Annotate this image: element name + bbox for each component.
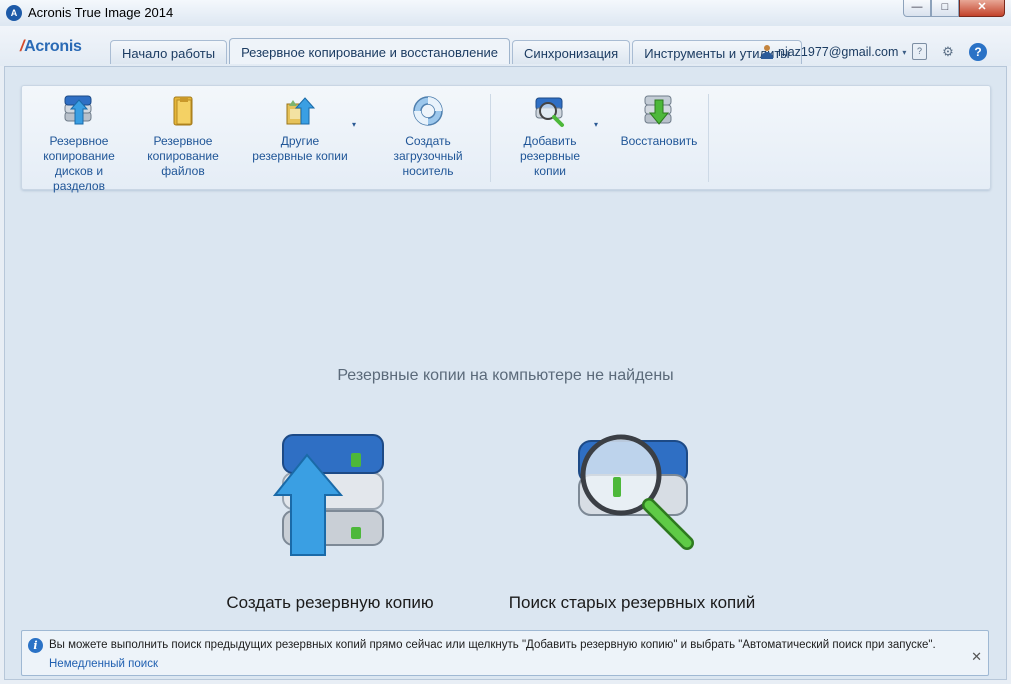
window-title: Acronis True Image 2014 bbox=[28, 5, 174, 20]
disk-backup-label-1: Резервное bbox=[49, 134, 109, 148]
info-text: Вы можете выполнить поиск предыдущих рез… bbox=[49, 639, 936, 651]
file-backup-label-1: Резервное bbox=[153, 134, 213, 148]
create-backup-label: Создать резервную копию bbox=[226, 593, 434, 612]
other-backups-label-1: Другие bbox=[280, 134, 320, 148]
window-titlebar: A Acronis True Image 2014 — □ ✕ bbox=[0, 0, 1011, 27]
app-icon: A bbox=[6, 5, 22, 21]
acronis-logo: /Acronis bbox=[20, 38, 82, 56]
tab-backup-recovery[interactable]: Резервное копирование и восстановление bbox=[229, 38, 511, 64]
logo-text: Acronis bbox=[24, 38, 82, 55]
app-header: /Acronis Начало работы Резервное копиров… bbox=[0, 26, 1011, 66]
add-backups-label-2: резервные bbox=[519, 149, 581, 163]
add-backups-button[interactable]: Добавить резервные копии bbox=[510, 94, 590, 179]
add-backups-label-1: Добавить bbox=[523, 134, 577, 148]
chevron-down-icon: ▾ bbox=[902, 47, 907, 57]
create-backup-action[interactable]: Создать резервную копию bbox=[205, 427, 455, 613]
gear-icon[interactable]: ⚙ bbox=[939, 43, 957, 61]
other-backups-icon bbox=[283, 94, 317, 128]
restore-icon bbox=[642, 94, 676, 128]
ribbon-separator bbox=[490, 94, 491, 182]
ribbon-separator bbox=[708, 94, 709, 182]
main-tabs: Начало работы Резервное копирование и во… bbox=[110, 38, 804, 64]
search-backups-action[interactable]: Поиск старых резервных копий bbox=[497, 427, 767, 613]
restore-label: Восстановить bbox=[620, 134, 698, 148]
disk-backup-button[interactable]: Резервное копирование дисков и разделов bbox=[38, 94, 120, 194]
restore-button[interactable]: Восстановить bbox=[614, 94, 704, 149]
search-now-link[interactable]: Немедленный поиск bbox=[49, 658, 158, 670]
bootable-media-label-2: загрузочный bbox=[393, 149, 463, 163]
bootable-media-label-3: носитель bbox=[402, 164, 454, 178]
search-backups-icon bbox=[565, 427, 699, 561]
tab-getting-started[interactable]: Начало работы bbox=[110, 40, 228, 64]
file-backup-label-3: файлов bbox=[161, 164, 205, 178]
file-backup-button[interactable]: Резервное копирование файлов bbox=[142, 94, 224, 179]
help-icon[interactable]: ? bbox=[969, 43, 987, 61]
folder-backup-icon bbox=[166, 94, 200, 128]
add-backup-icon bbox=[533, 94, 567, 128]
no-backups-message: Резервные копии на компьютере не найдены bbox=[337, 367, 674, 384]
add-backups-dropdown-icon[interactable]: ▾ bbox=[594, 120, 598, 129]
other-backups-dropdown-icon[interactable]: ▾ bbox=[352, 120, 356, 129]
user-icon bbox=[760, 45, 774, 59]
account-email: niaz1977@gmail.com bbox=[778, 45, 899, 59]
other-backups-button[interactable]: Другие резервные копии bbox=[246, 94, 354, 164]
file-backup-label-2: копирование bbox=[147, 149, 219, 163]
disk-backup-label-4: разделов bbox=[53, 179, 105, 193]
disk-backup-icon bbox=[62, 94, 96, 128]
lifebuoy-icon bbox=[411, 94, 445, 128]
create-backup-icon bbox=[263, 427, 397, 561]
close-button[interactable]: ✕ bbox=[959, 0, 1005, 17]
ribbon-toolbar: Резервное копирование дисков и разделов … bbox=[21, 85, 991, 193]
account-menu[interactable]: niaz1977@gmail.com ▾ bbox=[760, 45, 906, 59]
other-backups-label-2: резервные копии bbox=[252, 149, 348, 163]
window-controls: — □ ✕ bbox=[903, 0, 1005, 18]
close-icon[interactable]: ✕ bbox=[971, 649, 982, 665]
add-backups-label-3: копии bbox=[534, 164, 566, 178]
bootable-media-label-1: Создать bbox=[405, 134, 451, 148]
maximize-button[interactable]: □ bbox=[931, 0, 959, 17]
disk-backup-label-3: дисков и bbox=[54, 164, 104, 178]
info-icon: i bbox=[28, 638, 43, 653]
info-bar: i Вы можете выполнить поиск предыдущих р… bbox=[21, 630, 989, 676]
search-backups-label: Поиск старых резервных копий bbox=[508, 593, 756, 612]
clipboard-icon[interactable]: ? bbox=[912, 43, 927, 60]
header-icons: ? ⚙ ? bbox=[912, 43, 987, 61]
minimize-button[interactable]: — bbox=[903, 0, 931, 17]
disk-backup-label-2: копирование bbox=[43, 149, 115, 163]
main-content: Резервное копирование дисков и разделов … bbox=[4, 66, 1007, 680]
bootable-media-button[interactable]: Создать загрузочный носитель bbox=[386, 94, 470, 179]
tab-sync[interactable]: Синхронизация bbox=[512, 40, 631, 64]
